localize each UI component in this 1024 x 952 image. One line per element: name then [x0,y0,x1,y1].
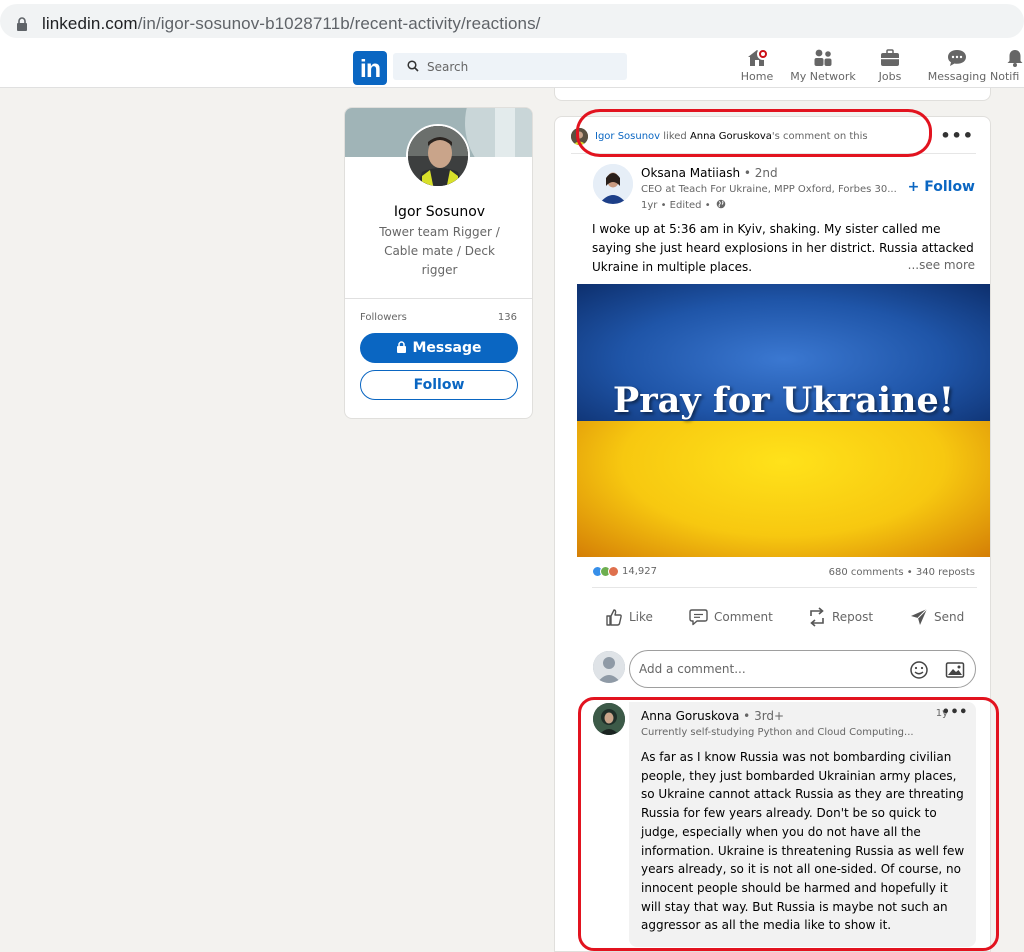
nav-messaging[interactable]: Messaging [926,48,988,86]
nav-jobs-label: Jobs [878,70,902,83]
divider [345,298,532,299]
like-button[interactable]: Like [604,605,653,629]
notification-badge [757,48,769,60]
annotation-box [578,697,999,951]
search-placeholder: Search [427,60,469,74]
browser-address-bar: linkedin.com/in/igor-sosunov-b1028711b/r… [0,0,1024,44]
url-field[interactable]: linkedin.com/in/igor-sosunov-b1028711b/r… [0,4,1024,38]
lock-icon[interactable] [16,17,28,31]
repost-icon [810,607,824,627]
reactions-summary[interactable]: 14,927 [592,566,657,577]
post-image-caption: Pray for Ukraine! [612,380,955,421]
followers-label: Followers [360,312,407,323]
post-meta-text: 1yr • Edited • [641,200,711,211]
profile-avatar[interactable] [406,124,470,188]
add-comment-input[interactable]: Add a comment... [629,650,976,688]
like-label: Like [629,610,653,624]
post-author-name[interactable]: Oksana Matiiash • 2nd [641,166,778,180]
network-icon [814,49,832,66]
message-button[interactable]: Message [360,333,518,363]
nav-home[interactable]: Home [738,48,776,86]
connection-degree: • 2nd [743,166,778,180]
annotation-oval [576,109,932,157]
love-reaction-icon [608,566,619,577]
comment-placeholder: Add a comment... [639,662,746,676]
linkedin-logo[interactable]: in [353,51,387,85]
comments-reposts-count[interactable]: 680 comments • 340 reposts [829,567,975,578]
nav-my-network-label: My Network [790,70,856,83]
comment-button[interactable]: Comment [688,605,773,629]
send-label: Send [934,610,965,624]
repost-button[interactable]: Repost [807,605,873,629]
follow-button[interactable]: Follow [360,370,518,400]
thumbs-up-icon [606,609,622,626]
previous-post-card [554,88,991,101]
post-author-headline: CEO at Teach For Ukraine, MPP Oxford, Fo… [641,184,897,195]
current-user-avatar [593,651,625,683]
comment-icon [689,609,708,626]
repost-label: Repost [832,610,874,624]
reaction-count: 14,927 [622,566,657,577]
lock-icon [397,341,407,353]
nav-jobs[interactable]: Jobs [870,48,910,86]
comment-label: Comment [714,610,773,624]
profile-name[interactable]: Igor Sosunov [345,204,532,220]
followers-count: 136 [497,312,517,323]
globe-icon [716,199,726,209]
post-image[interactable]: Pray for Ukraine! [577,284,990,557]
author-avatar[interactable] [593,164,633,204]
follow-author-button[interactable]: + Follow [908,179,975,195]
message-button-label: Message [412,340,482,356]
nav-notifications-label: Notifi [990,70,1020,83]
emoji-icon[interactable] [909,660,929,680]
jobs-icon [881,49,899,66]
send-button[interactable]: Send [909,605,964,629]
send-icon [911,608,928,625]
url-text[interactable]: linkedin.com/in/igor-sosunov-b1028711b/r… [42,14,541,34]
url-path: /in/igor-sosunov-b1028711b/recent-activi… [137,14,541,33]
flag-yellow-half [577,420,990,557]
profile-headline: Tower team Rigger / Cable mate / Deck ri… [379,225,500,277]
nav-notifications[interactable]: Notifi [990,48,1024,86]
nav-home-label: Home [740,70,774,83]
see-more-link[interactable]: ...see more [903,258,975,272]
notifications-icon [1007,50,1023,67]
author-name-text: Oksana Matiiash [641,166,741,180]
messaging-icon [948,50,966,66]
profile-card: Igor Sosunov Tower team Rigger / Cable m… [344,107,533,419]
image-icon[interactable] [945,661,965,679]
nav-messaging-label: Messaging [927,70,987,83]
post-options-icon[interactable]: ••• [940,126,974,145]
divider [592,587,977,588]
url-domain: linkedin.com [42,14,138,33]
linkedin-nav-bar: in Search Home My Network Jobs Messaging… [0,44,1024,88]
search-input[interactable]: Search [393,53,627,80]
nav-my-network[interactable]: My Network [790,48,856,86]
post-meta: 1yr • Edited • [641,199,726,211]
search-icon [407,60,419,72]
